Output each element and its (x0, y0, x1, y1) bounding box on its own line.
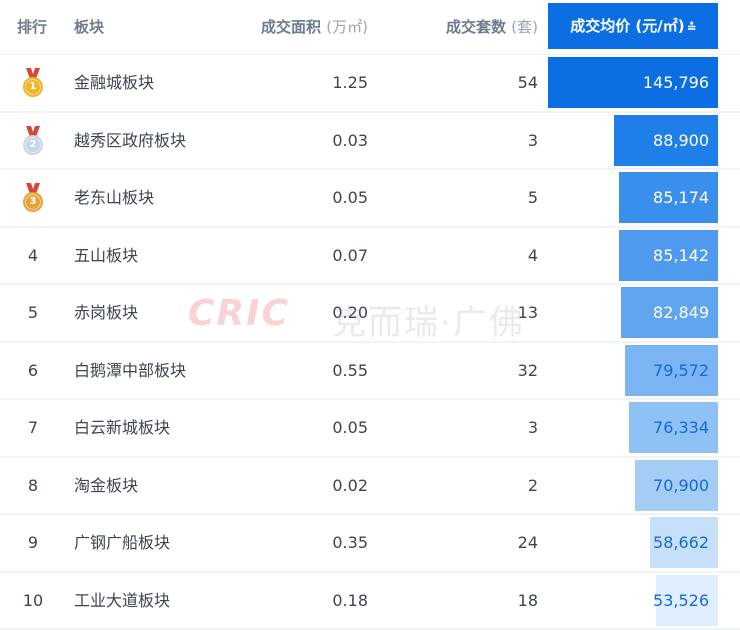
sets-cell: 32 (517, 360, 538, 380)
table-row[interactable]: 8 淘金板块 0.02 2 70,900 (0, 458, 740, 515)
sets-cell: 5 (527, 188, 538, 207)
table-row[interactable]: 4 五山板块 0.07 4 85,142 (0, 228, 740, 285)
price-value: 79,572 (653, 360, 709, 380)
price-value: 82,849 (653, 303, 709, 322)
sets-cell: 2 (527, 475, 538, 495)
area-cell: 0.03 (332, 130, 368, 150)
plate-name-cell: 淘金板块 (74, 475, 139, 495)
table-row[interactable]: 10 工业大道板块 0.18 18 53,526 (0, 573, 740, 630)
medal-rank-number: 3 (29, 196, 37, 207)
rank-cell: 8 (27, 475, 39, 495)
table-row[interactable]: 9 广钢广船板块 0.35 24 58,662 (0, 515, 740, 573)
header-area[interactable]: 成交面积 (万㎡) (261, 0, 368, 55)
header-area-unit: (万㎡) (326, 18, 368, 36)
header-sets[interactable]: 成交套数 (套) (446, 0, 538, 55)
medal-rank-number: 1 (29, 81, 37, 92)
rank-cell: 5 (27, 303, 39, 322)
sets-cell: 4 (527, 245, 538, 265)
area-cell: 0.35 (332, 533, 368, 552)
area-cell: 0.07 (332, 245, 368, 265)
table-row[interactable]: 7 白云新城板块 0.05 3 76,334 (0, 400, 740, 458)
area-cell: 0.20 (332, 303, 368, 322)
header-rank[interactable]: 排行 (17, 0, 47, 55)
medal-rank-number: 2 (29, 138, 37, 150)
plate-name-cell: 白云新城板块 (74, 418, 171, 437)
header-price-label: 成交均价 (元/㎡) (570, 17, 685, 35)
price-value: 145,796 (642, 73, 709, 92)
plate-name-cell: 白鹅潭中部板块 (74, 360, 187, 380)
table-header: 排行 板块 成交面积 (万㎡) 成交套数 (套) 成交均价 (元/㎡) ⩮ (0, 0, 740, 55)
price-value: 58,662 (653, 533, 709, 552)
header-price-sorted[interactable]: 成交均价 (元/㎡) ⩮ (548, 3, 718, 49)
table-row[interactable]: 5 赤岗板块 0.20 13 82,849 (0, 285, 740, 343)
header-sets-label: 成交套数 (446, 18, 507, 36)
plate-name-cell: 工业大道板块 (74, 590, 171, 610)
plate-name-cell: 赤岗板块 (74, 303, 139, 322)
plate-name-cell: 越秀区政府板块 (74, 130, 187, 150)
sets-cell: 24 (517, 533, 538, 552)
header-area-label: 成交面积 (261, 18, 322, 36)
header-plate[interactable]: 板块 (74, 0, 104, 55)
price-value: 53,526 (653, 590, 709, 610)
price-value: 70,900 (653, 475, 709, 495)
sort-descending-icon[interactable]: ⩮ (688, 4, 696, 50)
sets-cell: 54 (517, 73, 538, 92)
sets-cell: 3 (527, 418, 538, 437)
table-row[interactable]: 2 越秀区政府板块 0.03 3 88,900 (0, 113, 740, 170)
table-row[interactable]: 6 白鹅潭中部板块 0.55 32 79,572 (0, 343, 740, 400)
area-cell: 0.02 (332, 475, 368, 495)
header-sets-unit: (套) (511, 18, 538, 36)
rank-cell: 7 (27, 418, 39, 437)
area-cell: 0.05 (332, 418, 368, 437)
area-cell: 0.18 (332, 590, 368, 610)
rank-cell: 4 (27, 245, 39, 265)
rank-cell: 10 (22, 590, 44, 610)
table-row[interactable]: 3 老东山板块 0.05 5 85,174 (0, 170, 740, 228)
price-value: 85,174 (653, 188, 709, 207)
price-value: 88,900 (653, 130, 709, 150)
rank-cell: 9 (27, 533, 39, 552)
plate-name-cell: 广钢广船板块 (74, 533, 171, 552)
sets-cell: 18 (517, 590, 538, 610)
sets-cell: 13 (517, 303, 538, 322)
area-cell: 0.55 (332, 360, 368, 380)
rank-cell: 6 (27, 360, 39, 380)
price-value: 85,142 (653, 245, 709, 265)
plate-name-cell: 五山板块 (74, 245, 139, 265)
table-row[interactable]: 1 金融城板块 1.25 54 145,796 (0, 55, 740, 113)
plate-name-cell: 老东山板块 (74, 188, 155, 207)
plate-name-cell: 金融城板块 (74, 73, 155, 92)
price-ranking-table: 排行 板块 成交面积 (万㎡) 成交套数 (套) 成交均价 (元/㎡) ⩮ 1 金融… (0, 0, 740, 630)
sets-cell: 3 (527, 130, 538, 150)
area-cell: 1.25 (332, 73, 368, 92)
area-cell: 0.05 (332, 188, 368, 207)
price-value: 76,334 (653, 418, 709, 437)
